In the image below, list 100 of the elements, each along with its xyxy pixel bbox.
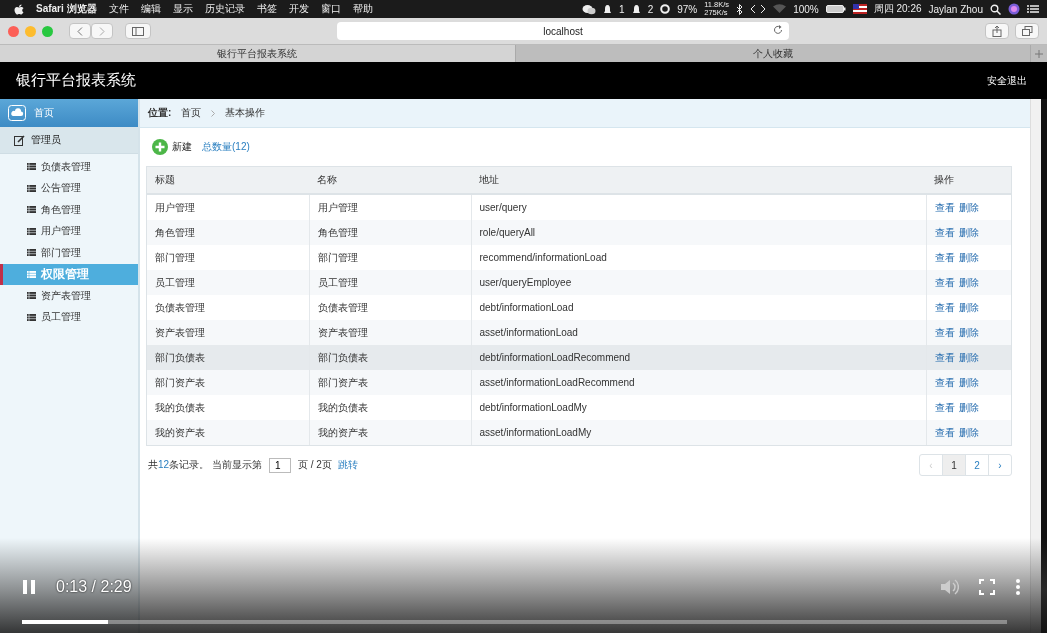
- table-cell: 我的资产表: [309, 420, 471, 445]
- more-options-icon[interactable]: [1015, 578, 1021, 596]
- action-link[interactable]: 删除: [958, 426, 979, 438]
- battery-icon[interactable]: [825, 4, 846, 14]
- share-icon: [992, 25, 1002, 37]
- battery-percent: 100%: [793, 3, 819, 15]
- browser-tab[interactable]: 个人收藏: [515, 45, 1031, 62]
- bell-icon[interactable]: [603, 3, 613, 15]
- chevron-right-icon: [99, 26, 105, 36]
- sidebar-item[interactable]: 用户管理: [0, 220, 138, 242]
- home-nav-item[interactable]: 首页: [0, 99, 138, 127]
- list-icon: [27, 184, 36, 192]
- total-count-link[interactable]: 总数量(12): [202, 140, 250, 154]
- sidebar-item[interactable]: 负债表管理: [0, 156, 138, 178]
- chevron-left-icon: [77, 26, 83, 36]
- list-icon: [27, 163, 36, 171]
- sidebar-button[interactable]: [125, 23, 151, 39]
- menu-item[interactable]: 书签: [256, 2, 277, 16]
- action-link[interactable]: 查看: [934, 426, 955, 438]
- pause-icon[interactable]: [22, 579, 36, 595]
- list-icon: [27, 292, 36, 300]
- action-link[interactable]: 查看: [934, 301, 955, 313]
- action-link[interactable]: 删除: [958, 301, 979, 313]
- fullscreen-icon[interactable]: [979, 579, 995, 595]
- reload-icon[interactable]: [773, 25, 783, 35]
- action-link[interactable]: 查看: [934, 251, 955, 263]
- action-link[interactable]: 查看: [934, 276, 955, 288]
- sidebar-item[interactable]: 资产表管理: [0, 285, 138, 307]
- apple-icon: [14, 3, 24, 15]
- table-cell: 角色管理: [309, 220, 471, 245]
- app-title: 银行平台报表系统: [16, 71, 136, 90]
- column-header: 操作: [926, 167, 1011, 194]
- video-time: 0:13 / 2:29: [56, 578, 132, 596]
- new-button[interactable]: 新建: [152, 139, 192, 155]
- menu-item[interactable]: 历史记录: [204, 2, 245, 16]
- table-cell: asset/informationLoad: [471, 320, 926, 345]
- sidebar-item[interactable]: 公告管理: [0, 177, 138, 199]
- code-icon[interactable]: [750, 4, 767, 14]
- action-link[interactable]: 查看: [934, 376, 955, 388]
- table-cell: 员工管理: [147, 270, 309, 295]
- table-cell: 资产表管理: [147, 320, 309, 345]
- action-link[interactable]: 查看: [934, 351, 955, 363]
- app-menu[interactable]: Safari 浏览器: [36, 2, 97, 16]
- action-link[interactable]: 查看: [934, 201, 955, 213]
- action-link[interactable]: 查看: [934, 326, 955, 338]
- list-icon: [27, 270, 36, 278]
- page-button[interactable]: 2: [966, 455, 989, 475]
- edit-icon: [14, 134, 25, 146]
- page-button[interactable]: 1: [943, 455, 966, 475]
- action-link[interactable]: 删除: [958, 251, 979, 263]
- action-link[interactable]: 删除: [958, 376, 979, 388]
- notification-count: 2: [647, 3, 654, 15]
- browser-tab[interactable]: 银行平台报表系统: [0, 45, 516, 62]
- tabs-button[interactable]: [1015, 23, 1039, 39]
- breadcrumb-link[interactable]: 首页: [181, 106, 202, 120]
- action-link[interactable]: 删除: [958, 201, 979, 213]
- menu-item[interactable]: 开发: [288, 2, 309, 16]
- action-link[interactable]: 查看: [934, 226, 955, 238]
- action-link[interactable]: 查看: [934, 401, 955, 413]
- nav-group-header[interactable]: 管理员: [0, 127, 138, 154]
- jump-link[interactable]: 跳转: [337, 458, 358, 472]
- menu-item[interactable]: 显示: [172, 2, 193, 16]
- flag-icon[interactable]: [852, 4, 867, 14]
- menu-icon[interactable]: [1027, 4, 1039, 14]
- list-icon: [27, 313, 36, 321]
- action-link[interactable]: 删除: [958, 226, 979, 238]
- table-cell: user/queryEmployee: [471, 270, 926, 295]
- menu-item[interactable]: 帮助: [352, 2, 373, 16]
- menu-item[interactable]: 文件: [108, 2, 129, 16]
- chat-icon[interactable]: [582, 3, 597, 15]
- page-number-field[interactable]: 1: [268, 457, 291, 473]
- action-link[interactable]: 删除: [958, 401, 979, 413]
- action-link[interactable]: 删除: [958, 351, 979, 363]
- action-link[interactable]: 删除: [958, 326, 979, 338]
- sidebar-item[interactable]: 角色管理: [0, 199, 138, 221]
- record-summary: 共12条记录。 当前显示第: [148, 458, 262, 472]
- share-button[interactable]: [985, 23, 1009, 39]
- menu-item[interactable]: 编辑: [140, 2, 161, 16]
- table-cell: 部门资产表: [147, 370, 309, 395]
- clock: 周四 20:26: [873, 2, 922, 16]
- user-name[interactable]: Jaylan Zhou: [928, 3, 983, 15]
- logout-link[interactable]: 安全退出: [987, 73, 1027, 88]
- bluetooth-icon[interactable]: [736, 3, 744, 15]
- sidebar-item[interactable]: 部门管理: [0, 242, 138, 264]
- column-header: 地址: [471, 167, 926, 194]
- sidebar-item[interactable]: 员工管理: [0, 306, 138, 328]
- cloud-icon: [8, 105, 26, 121]
- address-bar[interactable]: localhost: [337, 22, 789, 40]
- table-cell: 我的资产表: [147, 420, 309, 445]
- list-icon: [27, 227, 36, 235]
- progress-track[interactable]: [22, 620, 1007, 624]
- page-total: 页 / 2页: [297, 458, 332, 472]
- chevron-right-icon: [211, 109, 216, 117]
- menu-item[interactable]: 窗口: [320, 2, 341, 16]
- bell-icon[interactable]: [631, 3, 641, 15]
- ring-icon[interactable]: [660, 4, 671, 14]
- table-cell: debt/informationLoadRecommend: [471, 345, 926, 370]
- action-link[interactable]: 删除: [958, 276, 979, 288]
- search-icon[interactable]: [990, 3, 1001, 15]
- page-button[interactable]: ›: [989, 455, 1011, 475]
